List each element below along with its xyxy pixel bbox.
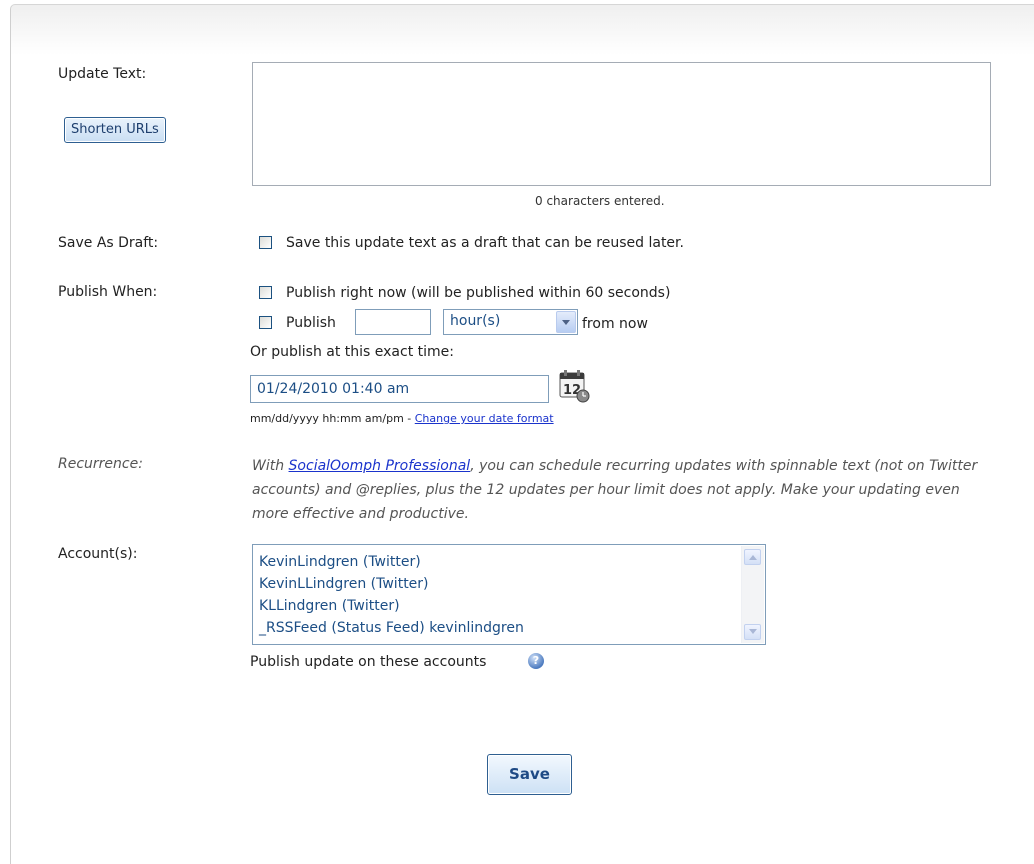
recurrence-text: With SocialOomph Professional, you can s… xyxy=(252,458,978,522)
relative-unit-value: hour(s) xyxy=(450,313,501,329)
publish-now-label: Publish right now (will be published wit… xyxy=(286,285,671,301)
update-text-area[interactable] xyxy=(252,62,991,186)
save-draft-checkbox[interactable] xyxy=(259,236,272,249)
publish-when-label: Publish When: xyxy=(58,284,158,300)
update-text-label: Update Text: xyxy=(58,66,147,82)
save-button[interactable]: Save xyxy=(487,754,572,795)
calendar-icon[interactable]: 12 xyxy=(557,369,591,403)
account-item[interactable]: _RSSFeed (Status Feed) kevinlindgren xyxy=(259,617,524,639)
save-as-draft-label: Save As Draft: xyxy=(58,235,159,251)
shorten-urls-button[interactable]: Shorten URLs xyxy=(64,117,166,143)
scroll-down-arrow-icon[interactable] xyxy=(744,624,761,640)
account-item[interactable]: KevinLindgren (Twitter) xyxy=(259,551,524,573)
socialoomph-professional-link[interactable]: SocialOomph Professional xyxy=(289,458,471,474)
account-item[interactable]: KLLindgren (Twitter) xyxy=(259,595,524,617)
relative-amount-input[interactable] xyxy=(355,309,431,335)
save-draft-checkbox-label: Save this update text as a draft that ca… xyxy=(286,235,684,251)
publish-now-checkbox[interactable] xyxy=(259,286,272,299)
accounts-hint: Publish update on these accounts xyxy=(250,654,487,670)
change-date-format-link[interactable]: Change your date format xyxy=(415,412,554,425)
chevron-down-icon[interactable] xyxy=(556,311,576,333)
recurrence-label: Recurrence: xyxy=(58,456,143,472)
character-counter: 0 characters entered. xyxy=(535,194,665,208)
accounts-scrollbar[interactable] xyxy=(741,546,764,643)
publish-relative-prefix: Publish xyxy=(286,315,336,331)
scroll-up-arrow-icon[interactable] xyxy=(744,549,761,565)
help-icon[interactable]: ? xyxy=(528,653,544,669)
date-format-hint: mm/dd/yyyy hh:mm am/pm - Change your dat… xyxy=(250,412,554,425)
relative-unit-select[interactable]: hour(s) xyxy=(443,309,578,335)
account-item[interactable]: KevinLLindgren (Twitter) xyxy=(259,573,524,595)
accounts-label: Account(s): xyxy=(58,546,138,562)
exact-time-input[interactable]: 01/24/2010 01:40 am xyxy=(250,375,549,403)
accounts-listbox[interactable]: KevinLindgren (Twitter) KevinLLindgren (… xyxy=(252,544,766,645)
exact-time-label: Or publish at this exact time: xyxy=(250,344,454,360)
publish-relative-checkbox[interactable] xyxy=(259,316,272,329)
relative-suffix: from now xyxy=(582,316,648,332)
